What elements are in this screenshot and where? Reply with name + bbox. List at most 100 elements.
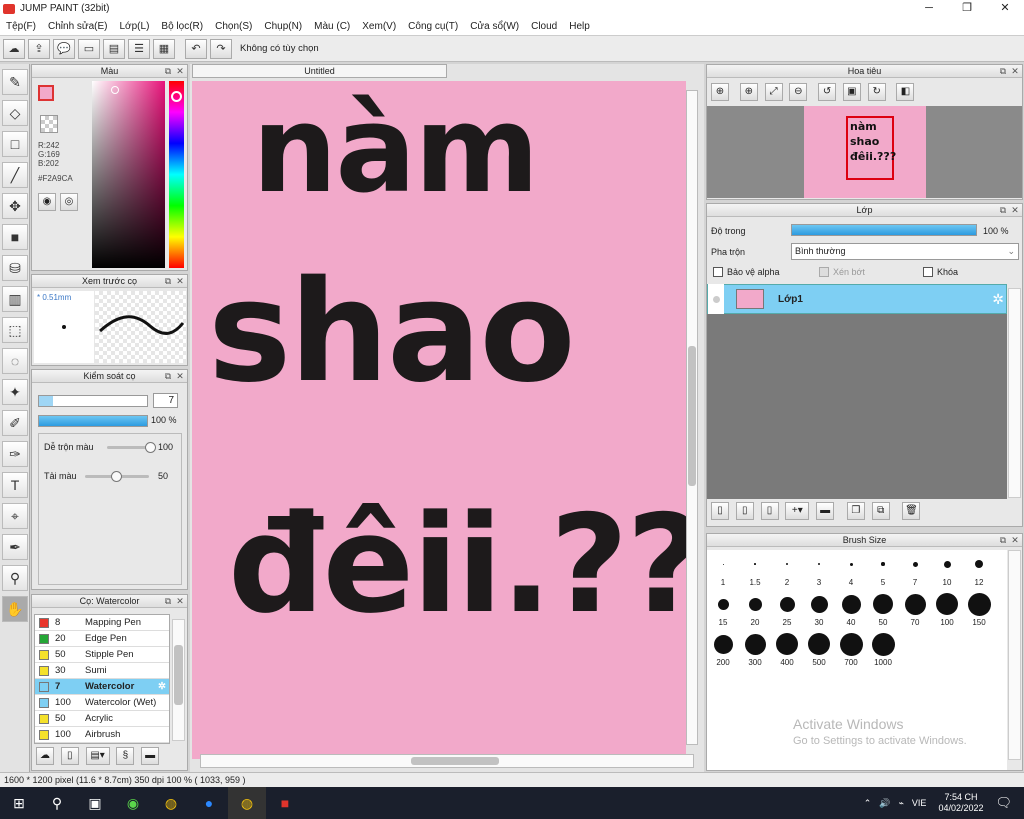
- eyedropper-icon[interactable]: ⚲: [2, 565, 28, 591]
- menu-window[interactable]: Cửa sổ(W): [464, 21, 525, 32]
- brush-size-cell[interactable]: 3: [803, 550, 835, 590]
- merge-layer-icon[interactable]: ⧉: [871, 502, 890, 520]
- menu-capture[interactable]: Chụp(N): [258, 21, 308, 32]
- foreground-color-swatch[interactable]: [38, 85, 54, 101]
- pen-tool-icon[interactable]: ✒: [2, 534, 28, 560]
- size-value[interactable]: 7: [153, 393, 178, 408]
- flow-slider-handle[interactable]: [111, 471, 122, 482]
- brush-size-cell[interactable]: 1.5: [739, 550, 771, 590]
- hue-slider-handle[interactable]: [171, 91, 182, 102]
- hand-tool-icon[interactable]: ✋: [2, 596, 28, 622]
- brush-size-cell[interactable]: 15: [707, 590, 739, 630]
- menu-layer[interactable]: Lớp(L): [114, 21, 156, 32]
- layer-list-scrollbar[interactable]: [1008, 288, 1021, 498]
- brush-size-cell[interactable]: 7: [899, 550, 931, 590]
- menu-view[interactable]: Xem(V): [356, 21, 402, 32]
- menu-color[interactable]: Màu (C): [308, 21, 356, 32]
- brush-size-cell[interactable]: 300: [739, 630, 771, 670]
- layer-opacity-slider[interactable]: [791, 224, 977, 236]
- tab-untitled[interactable]: Untitled: [192, 64, 447, 78]
- opacity-slider[interactable]: [38, 415, 148, 427]
- brush-list-item[interactable]: 7 Watercolor ✲: [35, 679, 169, 695]
- canvas-horizontal-scrollbar[interactable]: [200, 754, 694, 768]
- brush-list-item[interactable]: 20 Edge Pen: [35, 631, 169, 647]
- message-icon[interactable]: ▭: [78, 38, 100, 59]
- zoom-out-icon[interactable]: ⊖: [789, 83, 808, 101]
- menu-edit[interactable]: Chỉnh sửa(E): [42, 21, 114, 32]
- menu-filter[interactable]: Bộ lọc(R): [155, 21, 209, 32]
- close-icon[interactable]: ✕: [1010, 66, 1020, 76]
- fit-screen-icon[interactable]: ⤢: [764, 83, 783, 101]
- notification-icon[interactable]: 🗨: [995, 795, 1012, 811]
- bucket-fill-icon[interactable]: ⛁: [2, 255, 28, 281]
- lock-checkbox[interactable]: Khóa: [923, 267, 958, 277]
- visibility-icon[interactable]: [708, 284, 724, 314]
- brush-cloud-icon[interactable]: ☁: [36, 747, 54, 765]
- popout-icon[interactable]: ⧉: [163, 66, 173, 76]
- brush-tool-icon[interactable]: ✎: [2, 69, 28, 95]
- popout-icon[interactable]: ⧉: [163, 276, 173, 286]
- maximize-button[interactable]: ❐: [948, 0, 986, 17]
- protect-alpha-checkbox[interactable]: Bảo vệ alpha: [713, 267, 780, 277]
- magic-wand-icon[interactable]: ✦: [2, 379, 28, 405]
- brush-size-cell[interactable]: 12: [963, 550, 995, 590]
- lasso-select-icon[interactable]: ◌: [2, 348, 28, 374]
- chrome-icon[interactable]: ◍: [152, 787, 190, 819]
- clip-checkbox[interactable]: Xén bớt: [819, 267, 865, 277]
- brush-list-scrollbar[interactable]: [172, 619, 185, 741]
- rotate-left-icon[interactable]: ↺: [818, 83, 837, 101]
- brush-size-cell[interactable]: 1000: [867, 630, 899, 670]
- brush-size-cell[interactable]: 100: [931, 590, 963, 630]
- rectangle-select-icon[interactable]: □: [2, 131, 28, 157]
- blend-slider-handle[interactable]: [145, 442, 156, 453]
- brush-list-item[interactable]: 8 Mapping Pen: [35, 615, 169, 631]
- saturation-value-picker[interactable]: [92, 81, 165, 268]
- gradient-icon[interactable]: ▥: [2, 286, 28, 312]
- new-layer-1bit-icon[interactable]: ▯: [760, 502, 779, 520]
- close-icon[interactable]: ✕: [175, 596, 185, 606]
- app-icon-green[interactable]: ◉: [114, 787, 152, 819]
- eraser-tool-icon[interactable]: ◇: [2, 100, 28, 126]
- palette-settings-icon[interactable]: ◎: [60, 193, 78, 211]
- menu-cloud[interactable]: Cloud: [525, 21, 563, 32]
- blend-slider[interactable]: [107, 442, 156, 453]
- brush-folder-icon[interactable]: ▬: [141, 747, 160, 765]
- brush-size-cell[interactable]: 20: [739, 590, 771, 630]
- cloud-icon[interactable]: ☁: [3, 38, 25, 59]
- rotate-right-icon[interactable]: ↻: [867, 83, 886, 101]
- brush-size-cell[interactable]: 30: [803, 590, 835, 630]
- hue-slider[interactable]: [169, 81, 184, 268]
- brush-list-item[interactable]: 100 Watercolor (Wet): [35, 695, 169, 711]
- page-icon[interactable]: ▤: [103, 38, 125, 59]
- layer-row[interactable]: Lớp1 ✲: [707, 284, 1007, 314]
- reset-view-icon[interactable]: ▣: [842, 83, 861, 101]
- close-icon[interactable]: ✕: [175, 66, 185, 76]
- list-icon[interactable]: ☰: [128, 38, 150, 59]
- gear-icon[interactable]: ✲: [992, 291, 1004, 308]
- brush-list-item[interactable]: 30 Sumi: [35, 663, 169, 679]
- close-icon[interactable]: ✕: [1010, 205, 1020, 215]
- gear-icon[interactable]: ✲: [158, 681, 166, 692]
- brush-menu-icon[interactable]: ▤▾: [85, 747, 110, 765]
- brush-size-cell[interactable]: 40: [835, 590, 867, 630]
- brush-size-cell[interactable]: 10: [931, 550, 963, 590]
- brush-size-cell[interactable]: 4: [835, 550, 867, 590]
- navigator-viewport[interactable]: nàm shao đêii.???: [707, 106, 1022, 198]
- layer-blend-select[interactable]: Bình thường ⌄: [791, 243, 1019, 260]
- popout-icon[interactable]: ⧉: [163, 596, 173, 606]
- brush-list-item[interactable]: 50 Stipple Pen: [35, 647, 169, 663]
- minimize-button[interactable]: ─: [910, 0, 948, 17]
- flow-slider[interactable]: [85, 471, 149, 482]
- drawing-canvas[interactable]: nàm shao đêii.???: [192, 81, 686, 759]
- pen-line-icon[interactable]: ╱: [2, 162, 28, 188]
- chevron-up-icon[interactable]: ⌃: [864, 798, 872, 809]
- new-brush-icon[interactable]: ▯: [60, 747, 79, 765]
- windows-start-icon[interactable]: ⊞: [0, 787, 38, 819]
- brush-size-cell[interactable]: 5: [867, 550, 899, 590]
- popout-icon[interactable]: ⧉: [163, 371, 173, 381]
- new-layer-icon[interactable]: ▯: [711, 502, 729, 520]
- zoom-in-plus-icon[interactable]: ⊕: [739, 83, 758, 101]
- brush-list-item[interactable]: 50 Acrylic: [35, 711, 169, 727]
- brush-size-cell[interactable]: 2: [771, 550, 803, 590]
- volume-icon[interactable]: 🔊: [879, 798, 890, 809]
